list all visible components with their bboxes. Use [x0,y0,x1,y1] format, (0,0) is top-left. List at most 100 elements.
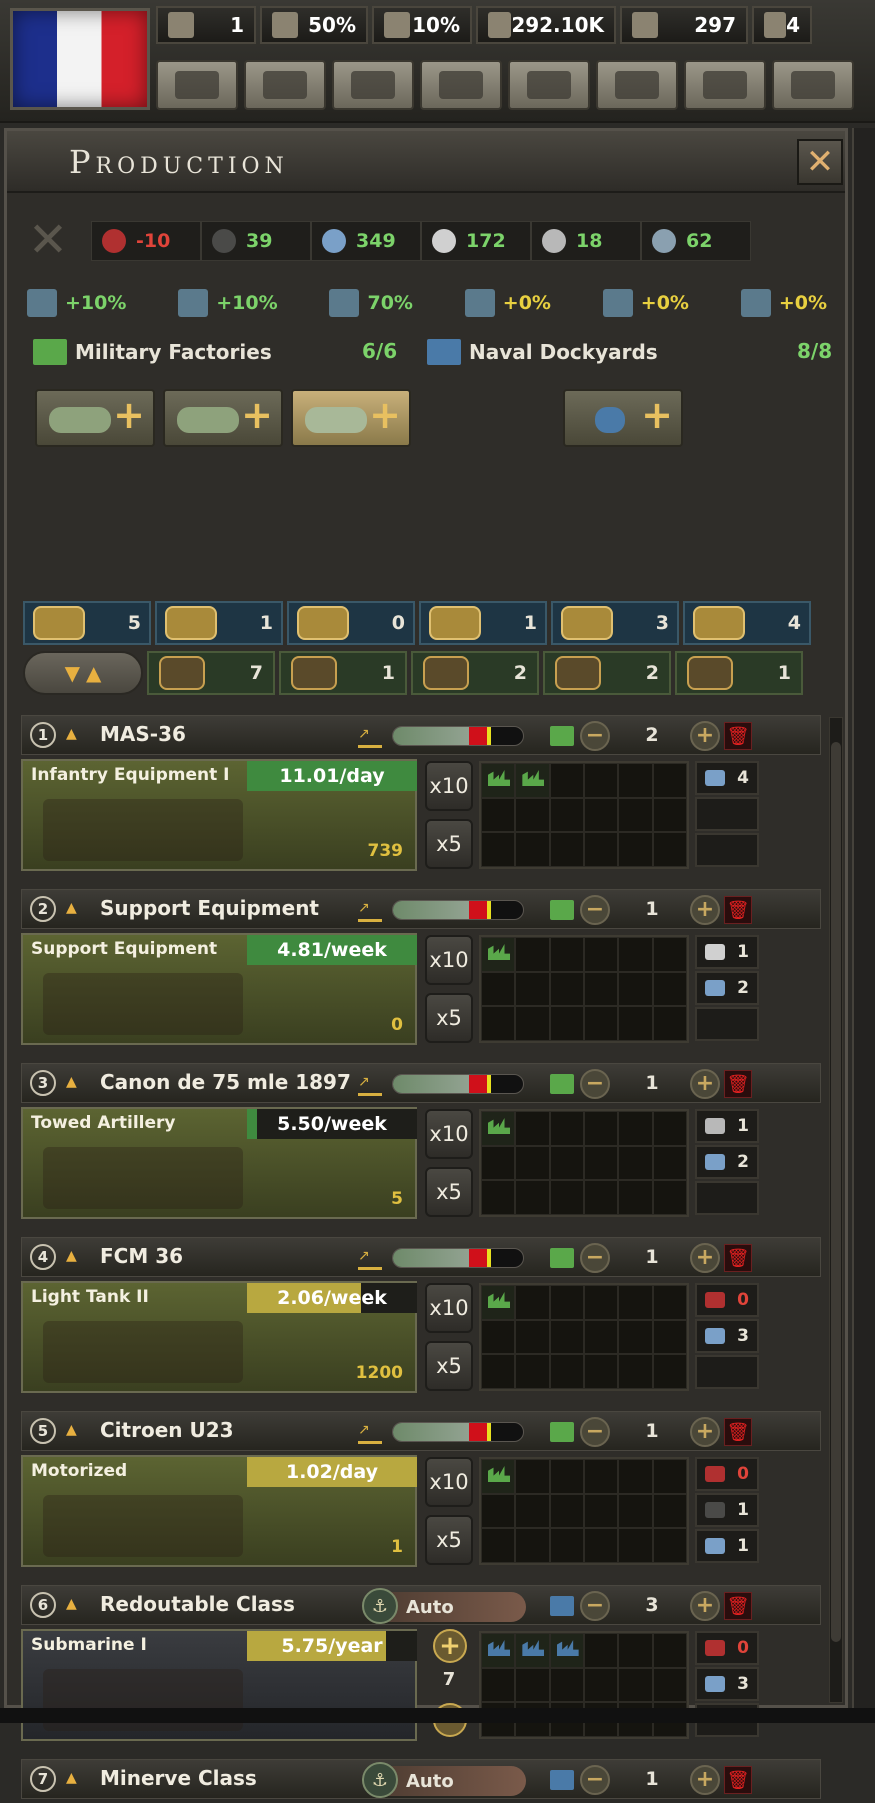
production-line[interactable]: 3 ▲ Canon de 75 mle 1897 ↗ − 1 + 🗑 Towed Artille… [21,1063,821,1223]
remove-factory-button[interactable]: − [580,1765,610,1795]
production-line[interactable]: 7 ▲ Minerve Class ⚓ Auto − 1 + 🗑 [21,1759,821,1803]
add-factory-button[interactable]: + [690,1591,720,1621]
filter-upgrade[interactable]: 1 [279,651,407,695]
stat-convoys[interactable]: 297 [620,6,748,44]
auto-naval-dropdown[interactable]: ⚓ Auto [362,1762,526,1798]
add-factory-button[interactable]: + [690,721,720,751]
delete-button[interactable]: 🗑 [724,722,752,750]
multiply-5-button[interactable]: x5 [425,819,473,869]
filter-stockpile[interactable]: 2 [411,651,539,695]
delete-button[interactable]: 🗑 [724,896,752,924]
move-up-button[interactable]: ▲ [66,1596,86,1614]
side-panel-edge [852,128,875,1708]
equipment-card[interactable]: Motorized 1.02/day 1 [21,1455,417,1567]
filter-reinforce[interactable]: 2 [543,651,671,695]
remove-factory-button[interactable]: − [580,721,610,751]
logistics-button[interactable] [772,60,854,110]
filter-naval[interactable]: 1 [419,601,547,645]
add-factory-button[interactable]: + [690,895,720,925]
stat-stability[interactable]: 50% [260,6,368,44]
filter-anchor[interactable]: 3 [551,601,679,645]
filter-ship[interactable]: 4 [683,601,811,645]
multiply-10-button[interactable]: x10 [425,1283,473,1333]
sort-button[interactable]: ▼ ▲ [23,651,143,695]
production-line[interactable]: 4 ▲ FCM 36 ↗ − 1 + 🗑 Light Tank II 2.06/week 1200 x… [21,1237,821,1397]
filter-air[interactable]: 0 [287,601,415,645]
delete-button[interactable]: 🗑 [724,1070,752,1098]
production-line[interactable]: 1 ▲ MAS-36 ↗ − 2 + 🗑 Infantry Equipment I 11.01/d… [21,715,821,875]
resource-requirements: 12 [695,935,759,1043]
country-flag[interactable] [10,8,150,110]
add-factory-button[interactable]: + [690,1765,720,1795]
multiply-5-button[interactable]: x5 [425,1515,473,1565]
production-line[interactable]: 5 ▲ Citroen U23 ↗ − 1 + 🗑 Motorized 1.02/day 1 x10 x… [21,1411,821,1571]
construction-button[interactable] [508,60,590,110]
delete-button[interactable]: 🗑 [724,1766,752,1794]
multiply-5-button[interactable]: x5 [425,1341,473,1391]
move-up-button[interactable]: ▲ [66,1248,86,1266]
auto-naval-dropdown[interactable]: ⚓ Auto [362,1588,526,1624]
move-up-button[interactable]: ▲ [66,1074,86,1092]
multiply-5-button[interactable]: x5 [425,1167,473,1217]
add-land-production-button[interactable]: + [35,389,155,447]
resource-rubber[interactable]: 39 [201,221,311,261]
resource-chromium[interactable]: 62 [641,221,751,261]
resource-steel[interactable]: 349 [311,221,421,261]
stat-manpower[interactable]: 292.10K [476,6,616,44]
add-factory-button[interactable]: + [690,1243,720,1273]
remove-factory-button[interactable]: − [580,1069,610,1099]
stat-political-power[interactable]: 1 [156,6,256,44]
equipment-card[interactable]: Infantry Equipment I 11.01/day 739 [21,759,417,871]
production-button[interactable] [596,60,678,110]
add-naval-production-button[interactable]: + [563,389,683,447]
move-up-button[interactable]: ▲ [66,726,86,744]
research-button[interactable] [244,60,326,110]
multiply-10-button[interactable]: x10 [425,761,473,811]
efficiency-retention-icon [464,289,495,317]
remove-factory-button[interactable]: − [580,1417,610,1447]
scroll-thumb[interactable] [831,742,841,1642]
add-factory-button[interactable]: + [690,1069,720,1099]
resource-tungsten[interactable]: 18 [531,221,641,261]
trash-icon: 🗑 [726,1421,750,1443]
close-button[interactable]: ✕ [797,139,843,185]
collapse-left-icon[interactable]: ✕ [21,213,75,267]
queue-scrollbar[interactable] [829,717,843,1703]
stat-factories[interactable]: 4 [752,6,812,44]
remove-factory-button[interactable]: − [580,895,610,925]
factory-slot [652,1285,687,1320]
equipment-card[interactable]: Submarine I 5.75/year [21,1629,417,1741]
filter-land-equipment[interactable]: 5 [23,601,151,645]
add-factory-button[interactable]: + [690,1417,720,1447]
equipment-card[interactable]: Light Tank II 2.06/week 1200 [21,1281,417,1393]
multiply-10-button[interactable]: x10 [425,1457,473,1507]
resource-aluminium[interactable]: 172 [421,221,531,261]
add-air-production-button[interactable]: + [291,389,411,447]
filter-armor[interactable]: 1 [155,601,283,645]
remove-factory-button[interactable]: − [580,1591,610,1621]
stat-war-support[interactable]: 10% [372,6,472,44]
remove-factory-button[interactable]: − [580,1243,610,1273]
add-armor-production-button[interactable]: + [163,389,283,447]
politics-button[interactable] [156,60,238,110]
recruit-button[interactable] [684,60,766,110]
filter-refit[interactable]: 7 [147,651,275,695]
move-up-button[interactable]: ▲ [66,1422,86,1440]
delete-button[interactable]: 🗑 [724,1418,752,1446]
equipment-card[interactable]: Towed Artillery 5.50/week 5 [21,1107,417,1219]
delete-button[interactable]: 🗑 [724,1592,752,1620]
production-line[interactable]: 2 ▲ Support Equipment ↗ − 1 + 🗑 Support Equipmen… [21,889,821,1049]
multiply-10-button[interactable]: x10 [425,1109,473,1159]
filter-priority[interactable]: 1 [675,651,803,695]
increase-ships-button[interactable]: + [433,1629,467,1663]
move-up-button[interactable]: ▲ [66,900,86,918]
military-factory-icon [33,339,67,365]
multiply-5-button[interactable]: x5 [425,993,473,1043]
delete-button[interactable]: 🗑 [724,1244,752,1272]
equipment-card[interactable]: Support Equipment 4.81/week 0 [21,933,417,1045]
diplomacy-button[interactable] [332,60,414,110]
resource-oil[interactable]: -10 [91,221,201,261]
move-up-button[interactable]: ▲ [66,1770,86,1788]
trade-button[interactable] [420,60,502,110]
multiply-10-button[interactable]: x10 [425,935,473,985]
